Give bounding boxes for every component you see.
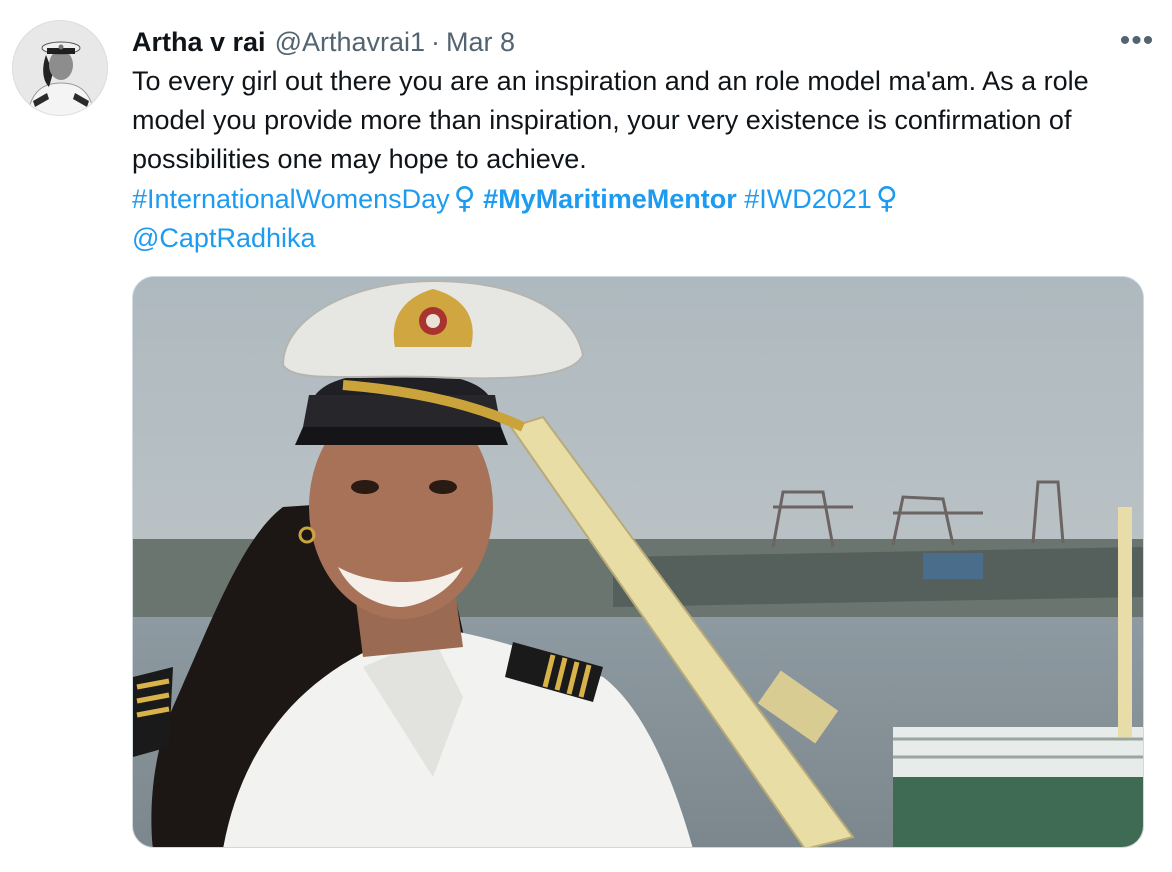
tweet-text: To every girl out there you are an inspi… <box>132 62 1152 258</box>
author-display-name[interactable]: Artha v rai <box>132 27 266 58</box>
avatar-photo-icon <box>13 21 107 115</box>
hashtag-iwd2021[interactable]: #IWD2021 <box>744 184 872 214</box>
tweet-photo-icon <box>133 277 1143 847</box>
tweet-header: Artha v rai @Arthavrai1 · Mar 8 <box>132 24 515 60</box>
female-sign-emoji: ♀ <box>875 181 898 216</box>
female-sign-emoji: ♀ <box>453 181 476 216</box>
separator-dot: · <box>431 26 441 57</box>
hashtag-international-womens-day[interactable]: #InternationalWomensDay <box>132 184 450 214</box>
tweet-hashtag-line: #InternationalWomensDay ♀ #MyMaritimeMent… <box>132 179 1152 219</box>
tweet-body-text: To every girl out there you are an inspi… <box>132 66 1089 174</box>
tweet: Artha v rai @Arthavrai1 · Mar 8 ••• To e… <box>0 0 1172 872</box>
more-options-icon[interactable]: ••• <box>1120 26 1154 56</box>
author-handle[interactable]: @Arthavrai1 <box>275 27 425 58</box>
tweet-mention-line: @CaptRadhika <box>132 219 1152 258</box>
tweet-date[interactable]: Mar 8 <box>446 27 515 58</box>
tweet-photo[interactable] <box>132 276 1144 848</box>
hashtag-my-maritime-mentor[interactable]: #MyMaritimeMentor <box>483 184 737 214</box>
author-avatar[interactable] <box>12 20 108 116</box>
mention-capt-radhika[interactable]: @CaptRadhika <box>132 223 316 253</box>
